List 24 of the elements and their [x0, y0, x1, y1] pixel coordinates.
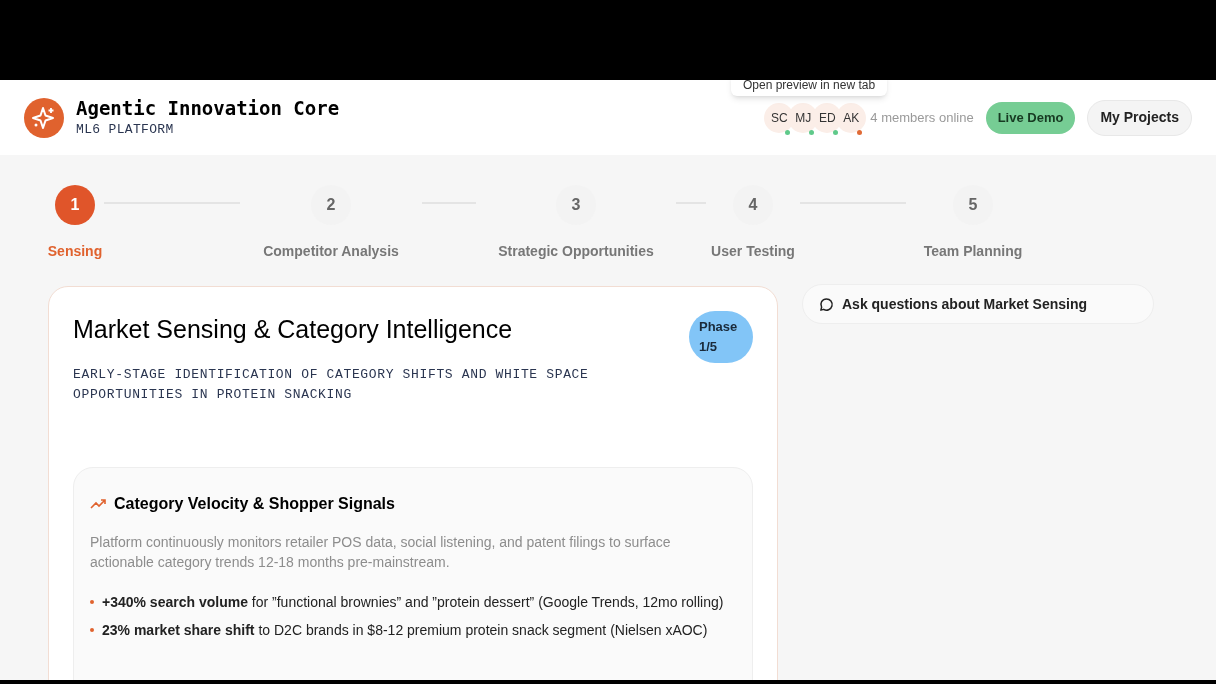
step-label[interactable]: Team Planning — [923, 241, 1023, 262]
section-description: Platform continuously monitors retailer POS data, social listening, and patent filings to surface actionable category trends 12-18 months pre-mainstream. — [90, 532, 672, 572]
phase-title: Market Sensing & Category Intelligence — [73, 314, 514, 345]
section-title: Category Velocity & Shopper Signals — [114, 493, 395, 514]
bullet-text: +340% search volume for ”functional brownies” and ”protein dessert” (Google Trends, 12mo rolling) — [102, 592, 724, 612]
sparkle-logo-icon — [24, 97, 64, 138]
live-demo-button[interactable]: Live Demo — [985, 101, 1076, 134]
chat-bubble-icon — [819, 296, 834, 312]
step-label[interactable]: Competitor Analysis — [263, 241, 399, 262]
phase-description: EARLY-STAGE IDENTIFICATION OF CATEGORY SHIFTS AND WHITE SPACE OPPORTUNITIES IN PROTEIN SNACKING — [73, 365, 590, 404]
step-label[interactable]: User Testing — [711, 241, 795, 262]
projects-button[interactable]: My Projects — [1087, 99, 1192, 136]
ask-questions-button[interactable]: Ask questions about Market Sensing — [802, 284, 1154, 324]
app-title: Agentic Innovation Core — [76, 95, 340, 120]
step-label[interactable]: Sensing — [47, 241, 103, 262]
phase-badge: Phase 1/5 — [689, 311, 753, 363]
app-subtitle: ML6 PLATFORM — [76, 120, 175, 139]
bullet-text: 23% market share shift to D2C brands in $8-12 premium protein snack segment (Nielsen xAOC) — [102, 620, 708, 640]
members-online-text: 4 members online — [870, 108, 974, 127]
member-avatar: AK — [836, 102, 867, 133]
step-label[interactable]: Strategic Opportunities — [498, 241, 654, 262]
step-number[interactable]: 1 — [55, 185, 95, 225]
trending-up-icon — [90, 497, 106, 510]
tooltip: Open preview in new tab — [731, 80, 888, 96]
